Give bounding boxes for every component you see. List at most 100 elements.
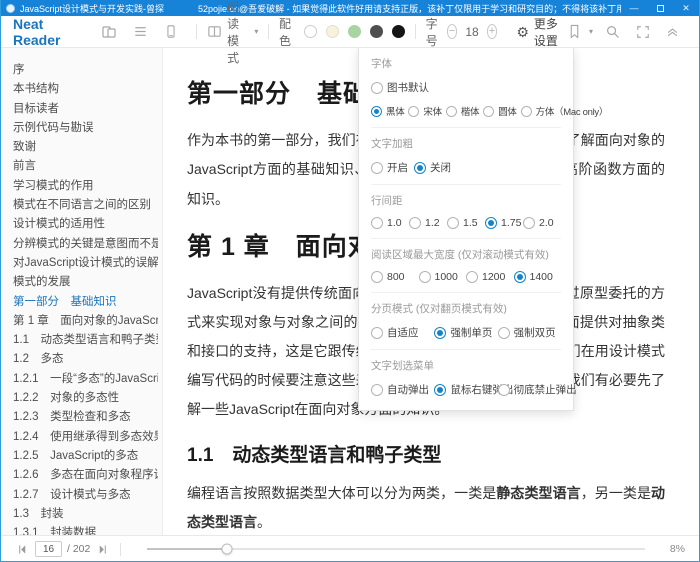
toc-item[interactable]: 本书结构 xyxy=(13,80,158,99)
toc-item[interactable]: 1.3 封装 xyxy=(13,505,158,524)
radio-option[interactable]: 宋体 xyxy=(408,104,441,118)
crack-notice-text: 52pojie.cn@吾爱破解 - 如果觉得此软件好用请支持正版，该补丁仅限用于… xyxy=(198,2,621,15)
text-segment: 静态类型语言 xyxy=(496,485,580,501)
toc-item[interactable]: 1.2.6 多态在面向对象程序设计… xyxy=(13,466,158,485)
toc-item[interactable]: 1.2.1 一段“多态”的JavaScript代码 xyxy=(13,370,158,389)
radio-option[interactable]: 自适应 xyxy=(371,325,434,340)
more-settings-label: 更多设置 xyxy=(534,15,560,49)
fullscreen-icon[interactable] xyxy=(636,25,650,39)
progress-slider-handle[interactable] xyxy=(221,544,232,555)
radio-selected-icon xyxy=(371,106,382,117)
toolbar-divider xyxy=(196,24,197,39)
radio-option-label: 1.0 xyxy=(387,217,402,229)
radio-option[interactable]: 楷体 xyxy=(446,104,479,118)
radio-icon xyxy=(371,384,383,396)
color-scheme-label: 配色 xyxy=(279,15,295,49)
text-segment: ，另一类是 xyxy=(581,485,651,501)
text-segment: 。 xyxy=(257,514,271,530)
radio-option[interactable]: 1400 xyxy=(514,271,562,283)
theme-swatch-black[interactable] xyxy=(392,25,405,38)
radio-option[interactable]: 强制单页 xyxy=(434,325,497,340)
radio-option[interactable]: 2.0 xyxy=(523,217,561,229)
window-title: JavaScript设计模式与开发实践-曾探 xyxy=(20,2,164,15)
toc-item[interactable]: 1.2.3 类型检查和多态 xyxy=(13,408,158,427)
toc-item[interactable]: 第 1 章 面向对象的JavaScript xyxy=(13,312,158,331)
toc-item[interactable]: 目标读者 xyxy=(13,100,158,119)
radio-option[interactable]: 方体（Mac only） xyxy=(521,104,608,118)
collapse-toolbar-icon[interactable] xyxy=(666,25,679,38)
theme-swatch-white[interactable] xyxy=(304,25,317,38)
statusbar: / 202 8% xyxy=(1,535,699,562)
radio-option[interactable]: 圆体 xyxy=(483,104,516,118)
theme-swatch-cream[interactable] xyxy=(326,25,339,38)
radio-option-label: 1.2 xyxy=(425,217,440,229)
radio-option-label: 1400 xyxy=(530,271,553,283)
maximize-button[interactable] xyxy=(647,0,673,16)
toc-item[interactable]: 第一部分 基础知识 xyxy=(13,293,158,312)
toc-item[interactable]: 设计模式的适用性 xyxy=(13,215,158,234)
toc-item[interactable]: 1.2.7 设计模式与多态 xyxy=(13,486,158,505)
radio-option[interactable]: 1.5 xyxy=(447,217,485,229)
search-icon[interactable] xyxy=(605,24,620,39)
contents-icon[interactable] xyxy=(133,24,148,39)
radio-option[interactable]: 1.0 xyxy=(371,217,409,229)
radio-option[interactable]: 1000 xyxy=(419,271,467,283)
toc-item[interactable]: 模式在不同语言之间的区别 xyxy=(13,196,158,215)
radio-option-label: 宋体 xyxy=(423,104,441,118)
radio-option[interactable]: 1.75 xyxy=(485,217,523,229)
bookmark-button[interactable] xyxy=(568,24,581,39)
radio-option[interactable]: 彻底禁止弹出 xyxy=(498,382,561,397)
radio-icon xyxy=(483,106,494,117)
toc-item[interactable]: 1.2.4 使用继承得到多态效果 xyxy=(13,428,158,447)
radio-option[interactable]: 图书默认 xyxy=(371,80,429,95)
radio-option-label: 黑体 xyxy=(386,104,404,118)
radio-selected-icon xyxy=(414,162,426,174)
theme-swatch-dark-gray[interactable] xyxy=(370,25,383,38)
theme-swatches xyxy=(295,25,405,38)
radio-icon xyxy=(523,217,535,229)
radio-icon xyxy=(446,106,457,117)
page-number-input[interactable] xyxy=(35,541,62,557)
radio-option[interactable]: 开启 xyxy=(371,160,408,175)
font-size-label: 字号 xyxy=(426,15,442,49)
toc-item[interactable]: 致谢 xyxy=(13,138,158,157)
radio-option[interactable]: 鼠标右键弹出 xyxy=(434,382,497,397)
toc-item[interactable]: 对JavaScript设计模式的误解 xyxy=(13,254,158,273)
toc-item[interactable]: 1.1 动态类型语言和鸭子类型 xyxy=(13,331,158,350)
toc-item[interactable]: 1.3.1 封装数据 xyxy=(13,524,158,535)
more-settings-button[interactable]: ⚙ 更多设置 xyxy=(516,15,560,49)
radio-option[interactable]: 黑体 xyxy=(371,104,404,118)
toc-item[interactable]: 序 xyxy=(13,61,158,80)
radio-option[interactable]: 强制双页 xyxy=(498,325,561,340)
settings-section: 文字划选菜单自动弹出鼠标右键弹出彻底禁止弹出 xyxy=(371,350,561,406)
toc-item[interactable]: 1.2.5 JavaScript的多态 xyxy=(13,447,158,466)
last-page-button[interactable] xyxy=(97,544,108,555)
toc-item[interactable]: 1.2.2 对象的多态性 xyxy=(13,389,158,408)
toc-item[interactable]: 模式的发展 xyxy=(13,273,158,292)
reading-mode-icon xyxy=(207,24,222,39)
progress-slider[interactable] xyxy=(147,548,645,550)
radio-option-label: 自动弹出 xyxy=(387,382,429,397)
toc-item[interactable]: 分辨模式的关键是意图而不是结构 xyxy=(13,235,158,254)
radio-option[interactable]: 1200 xyxy=(466,271,514,283)
radio-option[interactable]: 800 xyxy=(371,271,419,283)
first-page-button[interactable] xyxy=(17,544,28,555)
minimize-button[interactable]: — xyxy=(621,0,647,16)
radio-icon xyxy=(419,271,431,283)
toc-item[interactable]: 前言 xyxy=(13,157,158,176)
toc-item[interactable]: 示例代码与勘误 xyxy=(13,119,158,138)
bookmark-chevron-icon[interactable]: ▾ xyxy=(589,27,593,36)
font-size-increase-button[interactable]: + xyxy=(487,24,498,39)
device-icon[interactable] xyxy=(164,24,178,39)
toc-item[interactable]: 学习模式的作用 xyxy=(13,177,158,196)
radio-option[interactable]: 关闭 xyxy=(414,160,451,175)
radio-option[interactable]: 1.2 xyxy=(409,217,447,229)
toolbar: Neat Reader 阅读模式 ▾ 配色 字号 − 18 + ⚙ 更多设置 xyxy=(1,16,699,48)
font-size-decrease-button[interactable]: − xyxy=(447,24,458,39)
library-icon[interactable] xyxy=(101,24,117,40)
settings-radio-row: 开启关闭 xyxy=(371,160,561,175)
toc-item[interactable]: 1.2 多态 xyxy=(13,350,158,369)
close-button[interactable]: ✕ xyxy=(673,0,699,16)
theme-swatch-green[interactable] xyxy=(348,25,361,38)
radio-option[interactable]: 自动弹出 xyxy=(371,382,434,397)
